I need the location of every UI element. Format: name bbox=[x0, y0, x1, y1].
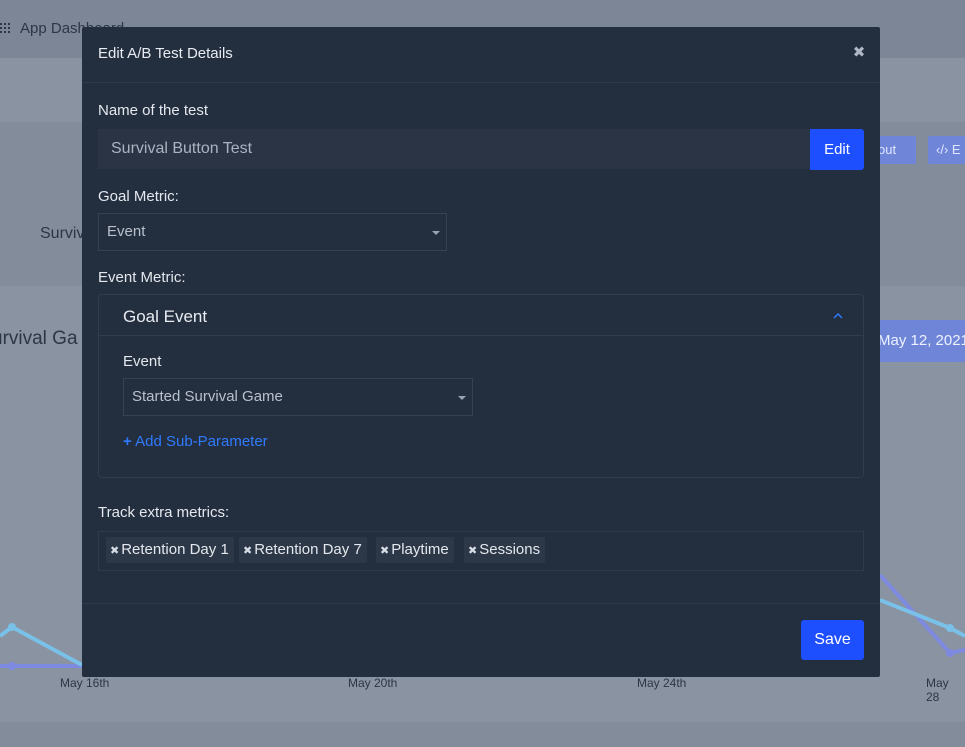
metric-tag: ✖ Retention Day 1 bbox=[106, 537, 234, 563]
remove-tag-icon[interactable]: ✖ bbox=[468, 545, 477, 557]
footer-divider bbox=[82, 603, 880, 604]
date-range-button[interactable]: May 12, 2021 bbox=[870, 320, 965, 362]
series-point bbox=[946, 624, 954, 632]
x-axis-tick: May 20th bbox=[348, 676, 398, 690]
series-line-purple bbox=[878, 573, 965, 656]
x-axis-tick: May 28 bbox=[926, 676, 949, 704]
x-axis-tick: May 16th bbox=[60, 676, 110, 690]
background-test-name: Surviv bbox=[40, 225, 85, 242]
plus-icon: + bbox=[123, 433, 132, 450]
modal-title: Edit A/B Test Details bbox=[98, 45, 233, 62]
caret-down-icon bbox=[458, 396, 466, 400]
edit-name-button[interactable]: Edit bbox=[810, 129, 864, 170]
event-metric-label: Event Metric: bbox=[98, 269, 186, 286]
edit-ab-test-modal: Edit A/B Test Details ✖ Name of the test… bbox=[82, 27, 880, 677]
goal-metric-label: Goal Metric: bbox=[98, 188, 179, 205]
series-point bbox=[8, 662, 16, 670]
x-axis-tick: May 24th bbox=[637, 676, 687, 690]
series-point bbox=[8, 623, 16, 631]
test-name-label: Name of the test bbox=[98, 102, 209, 119]
remove-tag-icon[interactable]: ✖ bbox=[110, 545, 119, 557]
test-name-input[interactable] bbox=[98, 129, 810, 169]
add-sub-parameter-link[interactable]: + Add Sub-Parameter bbox=[123, 433, 268, 450]
caret-down-icon bbox=[432, 231, 440, 235]
chart-card-title: urvival Ga bbox=[0, 328, 78, 349]
track-extra-metrics-label: Track extra metrics: bbox=[98, 504, 230, 521]
event-select[interactable]: Started Survival Game bbox=[123, 378, 473, 416]
event-select-value: Started Survival Game bbox=[132, 388, 283, 405]
goal-event-header[interactable]: Goal Event bbox=[99, 295, 863, 336]
metric-tag: ✖ Retention Day 7 bbox=[239, 537, 367, 563]
chevron-up-icon[interactable] bbox=[833, 311, 843, 321]
modal-header: Edit A/B Test Details ✖ bbox=[82, 27, 880, 83]
goal-event-title: Goal Event bbox=[123, 307, 208, 326]
event-label: Event bbox=[123, 353, 162, 370]
metric-tag: ✖ Sessions bbox=[464, 537, 546, 563]
save-button[interactable]: Save bbox=[801, 620, 864, 660]
grid-menu-icon[interactable] bbox=[0, 23, 10, 33]
close-icon[interactable]: ✖ bbox=[852, 45, 866, 60]
add-sub-parameter-label: Add Sub-Parameter bbox=[135, 433, 268, 450]
series-point bbox=[946, 649, 954, 657]
goal-metric-value: Event bbox=[107, 223, 146, 240]
remove-tag-icon[interactable]: ✖ bbox=[243, 545, 252, 557]
metric-tag: ✖ Playtime bbox=[376, 537, 454, 563]
extra-metrics-tag-input[interactable]: ✖ Retention Day 1 ✖ Retention Day 7 ✖ Playt… bbox=[98, 531, 864, 571]
goal-metric-select[interactable]: Event bbox=[98, 213, 447, 251]
goal-event-panel: Goal Event Event Started Survival Game +… bbox=[98, 294, 864, 478]
embed-button[interactable]: ‹/› E bbox=[928, 136, 965, 164]
series-line-blue bbox=[0, 624, 83, 667]
remove-tag-icon[interactable]: ✖ bbox=[380, 545, 389, 557]
